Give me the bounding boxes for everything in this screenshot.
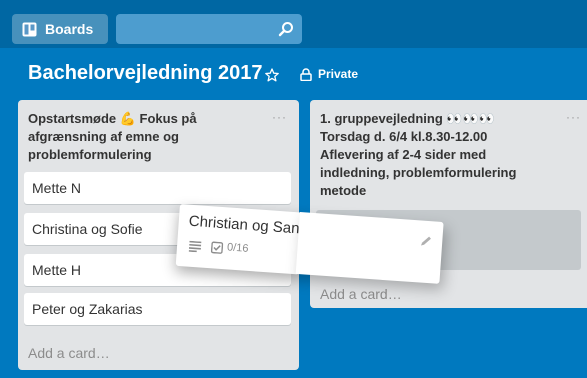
dragging-card[interactable]: Christian og Sang 0/16	[175, 204, 308, 275]
checklist-count: 0/16	[226, 241, 249, 255]
list-menu-button[interactable]: ···	[272, 110, 287, 124]
list-title[interactable]: Opstartsmøde 💪 Fokus på afgrænsning af e…	[28, 110, 263, 164]
card-item[interactable]: Mette N	[24, 172, 291, 204]
search-icon[interactable]	[278, 21, 294, 37]
add-card-button[interactable]: Add a card…	[28, 345, 110, 361]
dragging-card-edge	[295, 212, 444, 284]
pencil-icon[interactable]	[420, 234, 433, 247]
top-bar: Boards	[0, 0, 587, 48]
lock-icon	[300, 68, 312, 81]
boards-label: Boards	[45, 21, 94, 37]
boards-icon	[22, 22, 37, 36]
board-title[interactable]: Bachelorvejledning 2017	[28, 62, 263, 85]
search-input[interactable]	[116, 14, 302, 44]
card-item[interactable]: Peter og Zakarias	[24, 293, 291, 325]
list-title[interactable]: 1. gruppevejledning 👀👀👀 Torsdag d. 6/4 k…	[320, 110, 545, 200]
list-menu-button[interactable]: ···	[566, 110, 581, 124]
card-title: Christian og Sang	[188, 212, 309, 238]
star-icon[interactable]	[265, 68, 279, 82]
visibility-button[interactable]: Private	[318, 67, 358, 81]
boards-button[interactable]: Boards	[12, 14, 108, 44]
add-card-button[interactable]: Add a card…	[320, 286, 402, 302]
description-icon	[188, 240, 202, 253]
checklist-icon	[210, 241, 224, 254]
